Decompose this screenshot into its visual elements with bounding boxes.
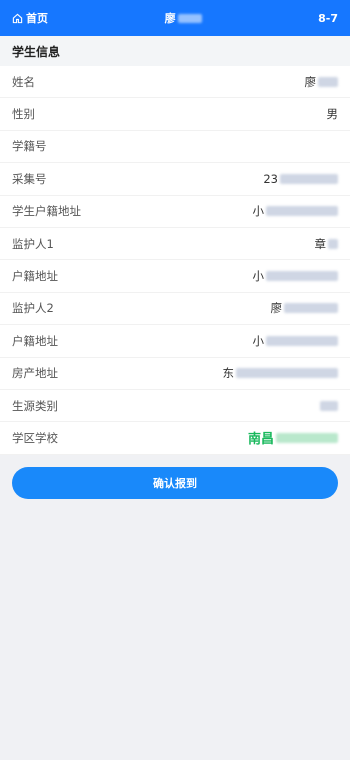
- row-source-category: 生源类别: [0, 390, 350, 423]
- redacted-text: [266, 271, 338, 282]
- redacted-text: [266, 335, 338, 346]
- row-student-address: 学生户籍地址 小: [0, 196, 350, 228]
- row-label: 学区学校: [12, 430, 58, 445]
- row-value: 小: [252, 269, 265, 284]
- row-collection-no: 采集号 23: [0, 163, 350, 196]
- row-property-address: 房产地址 东: [0, 358, 350, 390]
- redacted-text: [280, 173, 338, 184]
- row-label: 户籍地址: [12, 269, 58, 284]
- row-address-1: 户籍地址 小: [0, 260, 350, 293]
- row-label: 性别: [12, 107, 35, 122]
- title-redacted: [177, 13, 202, 23]
- row-label: 监护人2: [12, 301, 54, 316]
- header-right-text: 8-7: [318, 11, 338, 25]
- redacted-text: [276, 432, 338, 443]
- confirm-report-button[interactable]: 确认报到: [12, 466, 338, 499]
- top-bar: 首页 廖 8-7: [0, 0, 350, 36]
- row-value: 廖: [270, 301, 283, 316]
- row-label: 生源类别: [12, 398, 58, 413]
- row-value: 东: [222, 366, 235, 381]
- row-value: 小: [252, 204, 265, 219]
- home-label: 首页: [26, 12, 48, 25]
- row-label: 姓名: [12, 74, 35, 89]
- row-student-id: 学籍号: [0, 131, 350, 164]
- student-info-list: 姓名 廖 性别 男 学籍号 采集号 23 学生户籍地址 小 监护人1 章 户籍地…: [0, 66, 350, 455]
- home-link[interactable]: 首页: [12, 10, 48, 26]
- row-guardian-1: 监护人1 章: [0, 228, 350, 261]
- redacted-text: [284, 303, 338, 314]
- section-title: 学生信息: [0, 36, 350, 66]
- title-text: 廖: [164, 12, 176, 25]
- row-label: 采集号: [12, 171, 47, 186]
- row-gender: 性别 男: [0, 98, 350, 131]
- button-wrapper: 确认报到: [0, 455, 350, 511]
- row-name: 姓名 廖: [0, 66, 350, 99]
- home-icon: [12, 13, 23, 23]
- redacted-text: [328, 238, 338, 249]
- row-value: 男: [326, 107, 339, 122]
- row-label: 房产地址: [12, 366, 58, 381]
- redacted-text: [266, 206, 338, 217]
- row-label: 学生户籍地址: [12, 204, 81, 219]
- page-title: 廖: [165, 10, 202, 26]
- row-label: 监护人1: [12, 236, 54, 251]
- row-guardian-2: 监护人2 廖: [0, 293, 350, 326]
- row-value: 廖: [304, 74, 317, 89]
- redacted-text: [318, 76, 338, 87]
- school-name: 南昌: [247, 432, 274, 448]
- row-label: 学籍号: [12, 139, 47, 154]
- row-value: 23: [263, 171, 278, 186]
- redacted-text: [236, 368, 338, 379]
- row-label: 户籍地址: [12, 333, 58, 348]
- row-value: 章: [314, 236, 327, 251]
- row-district-school: 学区学校 南昌: [0, 422, 350, 455]
- row-address-2: 户籍地址 小: [0, 325, 350, 358]
- row-value: 小: [252, 333, 265, 348]
- redacted-text: [320, 400, 338, 411]
